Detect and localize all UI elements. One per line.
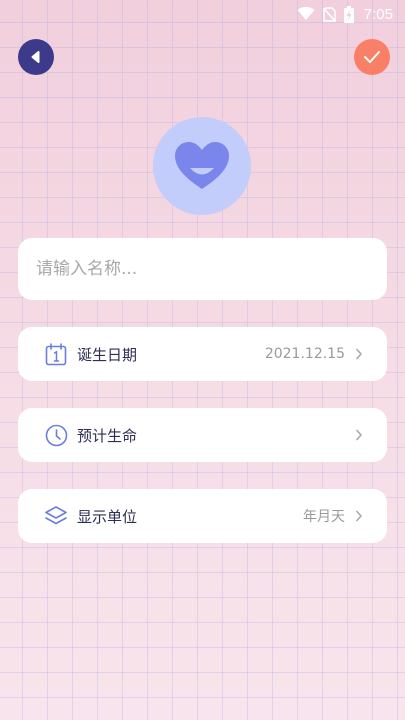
birth-date-value: 2021.12.15: [264, 346, 345, 362]
chevron-right-icon: [355, 510, 363, 522]
checkmark-icon: [363, 50, 381, 64]
back-button[interactable]: [18, 39, 54, 75]
wifi-icon: [297, 7, 315, 21]
chevron-right-icon: [355, 429, 363, 441]
status-time: 7:05: [363, 5, 393, 23]
avatar[interactable]: [153, 117, 251, 215]
no-sim-icon: [322, 6, 336, 22]
display-unit-value: 年月天: [303, 509, 345, 525]
back-arrow-icon: [29, 50, 43, 64]
display-unit-label: 显示单位: [77, 507, 138, 526]
heart-face-icon: [173, 141, 231, 191]
birth-date-row[interactable]: 诞生日期 2021.12.15: [18, 327, 387, 381]
life-expectancy-row[interactable]: 预计生命: [18, 408, 387, 462]
birth-date-label: 诞生日期: [77, 345, 138, 364]
confirm-button[interactable]: [354, 39, 390, 75]
name-field-card: [18, 238, 387, 300]
layers-icon: [44, 504, 68, 528]
clock-icon: [44, 423, 68, 447]
name-input[interactable]: [36, 259, 369, 279]
calendar-icon: [44, 342, 68, 366]
life-expectancy-label: 预计生命: [77, 426, 138, 445]
battery-charging-icon: [343, 5, 354, 23]
display-unit-row[interactable]: 显示单位 年月天: [18, 489, 387, 543]
status-bar: 7:05: [0, 0, 405, 28]
chevron-right-icon: [355, 348, 363, 360]
